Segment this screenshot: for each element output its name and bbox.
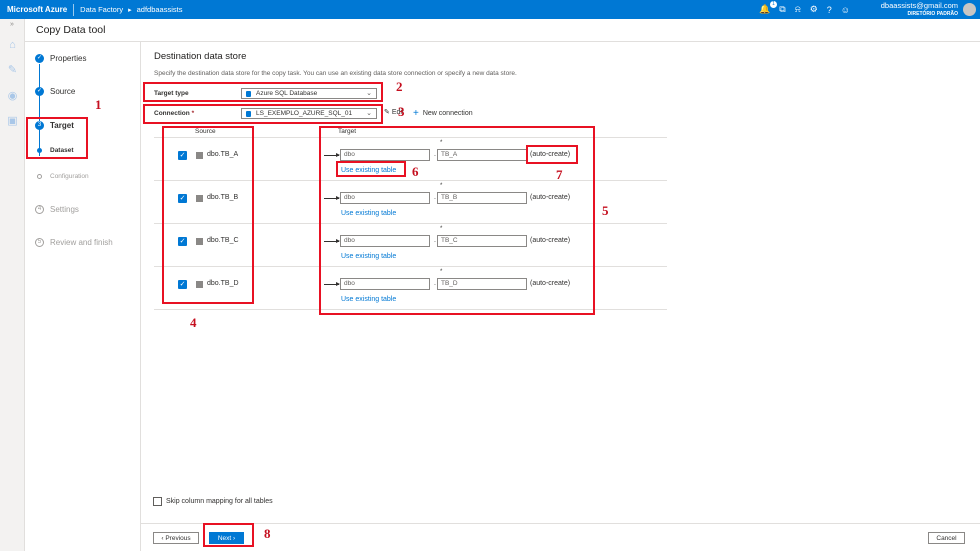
step-label: Configuration — [50, 173, 89, 180]
pencil-author-icon[interactable]: ✎ — [6, 64, 19, 76]
annotation-number-5: 5 — [602, 203, 609, 218]
step-label: Source — [50, 87, 76, 96]
user-email: dbaassists@gmail.com — [880, 1, 958, 10]
page-title: Copy Data tool — [36, 24, 106, 36]
left-rail: » ⌂ ✎ ◉ ▣ — [0, 19, 25, 551]
pencil-icon: ✎ — [384, 109, 390, 116]
step-label: Settings — [50, 205, 79, 214]
wizard-step-properties[interactable]: ✓ Properties — [35, 54, 86, 63]
annotation-number-6: 6 — [412, 164, 419, 179]
user-directory: DIRETÓRIO PADRÃO — [907, 11, 958, 17]
annotation-box-7 — [526, 145, 578, 164]
checkbox-box — [153, 497, 162, 506]
check-icon: ✓ — [35, 54, 44, 63]
settings-gear-icon[interactable]: ⚙ — [810, 4, 818, 15]
wizard-step-settings[interactable]: 4 Settings — [35, 205, 79, 214]
skip-mapping-label: Skip column mapping for all tables — [166, 498, 273, 505]
alerts-icon[interactable]: ⍾ — [795, 4, 801, 15]
step-number: 4 — [35, 205, 44, 214]
azure-top-bar: Microsoft Azure Data Factory ▸ adfdbaass… — [0, 0, 980, 19]
breadcrumb-chevron-icon: ▸ — [128, 6, 132, 14]
new-connection-button[interactable]: + New connection — [413, 108, 473, 119]
monitor-icon[interactable]: ◉ — [6, 90, 19, 102]
wizard-step-review[interactable]: 5 Review and finish — [35, 238, 113, 247]
notification-bell-icon[interactable]: 🔔 — [759, 4, 770, 15]
feedback-smile-icon[interactable]: ☺ — [841, 5, 850, 15]
annotation-box-3 — [143, 104, 383, 124]
annotation-box-8 — [203, 523, 254, 547]
section-description: Specify the destination data store for t… — [154, 70, 517, 77]
wizard-step-source[interactable]: ✓ Source — [35, 87, 75, 96]
notification-badge: 1 — [770, 1, 777, 8]
breadcrumb-data-factory[interactable]: Data Factory — [80, 5, 123, 14]
skip-column-mapping-checkbox[interactable]: Skip column mapping for all tables — [153, 497, 273, 506]
help-icon[interactable]: ? — [827, 5, 832, 15]
cancel-button[interactable]: Cancel — [928, 532, 965, 544]
avatar[interactable] — [963, 3, 976, 16]
step-number: 5 — [35, 238, 44, 247]
feedback-icon[interactable]: ⧉ — [779, 4, 785, 15]
annotation-number-4: 4 — [190, 315, 197, 330]
brand-label[interactable]: Microsoft Azure — [0, 5, 73, 14]
expand-chevron-icon[interactable]: » — [10, 21, 14, 28]
breadcrumb-factory-name[interactable]: adfdbaassists — [137, 5, 183, 14]
annotation-box-1 — [26, 117, 88, 159]
substep-dot — [37, 174, 42, 179]
user-account[interactable]: dbaassists@gmail.com DIRETÓRIO PADRÃO — [881, 2, 958, 18]
annotation-number-2: 2 — [396, 79, 403, 94]
annotation-number-7: 7 — [556, 167, 563, 182]
annotation-number-8: 8 — [264, 526, 271, 541]
check-icon: ✓ — [35, 87, 44, 96]
annotation-box-4 — [162, 126, 254, 304]
home-icon[interactable]: ⌂ — [6, 39, 19, 51]
step-label: Properties — [50, 54, 87, 63]
manage-toolbox-icon[interactable]: ▣ — [6, 115, 19, 127]
topbar-divider — [73, 3, 75, 16]
section-title: Destination data store — [154, 51, 247, 62]
step-label: Review and finish — [50, 238, 113, 247]
new-connection-label: New connection — [422, 110, 473, 117]
tool-header: Copy Data tool — [25, 19, 980, 42]
previous-button[interactable]: ‹ Previous — [153, 532, 199, 544]
annotation-box-2 — [143, 82, 383, 102]
annotation-number-3: 3 — [398, 104, 405, 119]
wizard-step-configuration[interactable]: Configuration — [35, 173, 89, 180]
annotation-number-1: 1 — [95, 97, 102, 112]
plus-icon: + — [413, 108, 419, 119]
annotation-box-6 — [336, 161, 406, 177]
